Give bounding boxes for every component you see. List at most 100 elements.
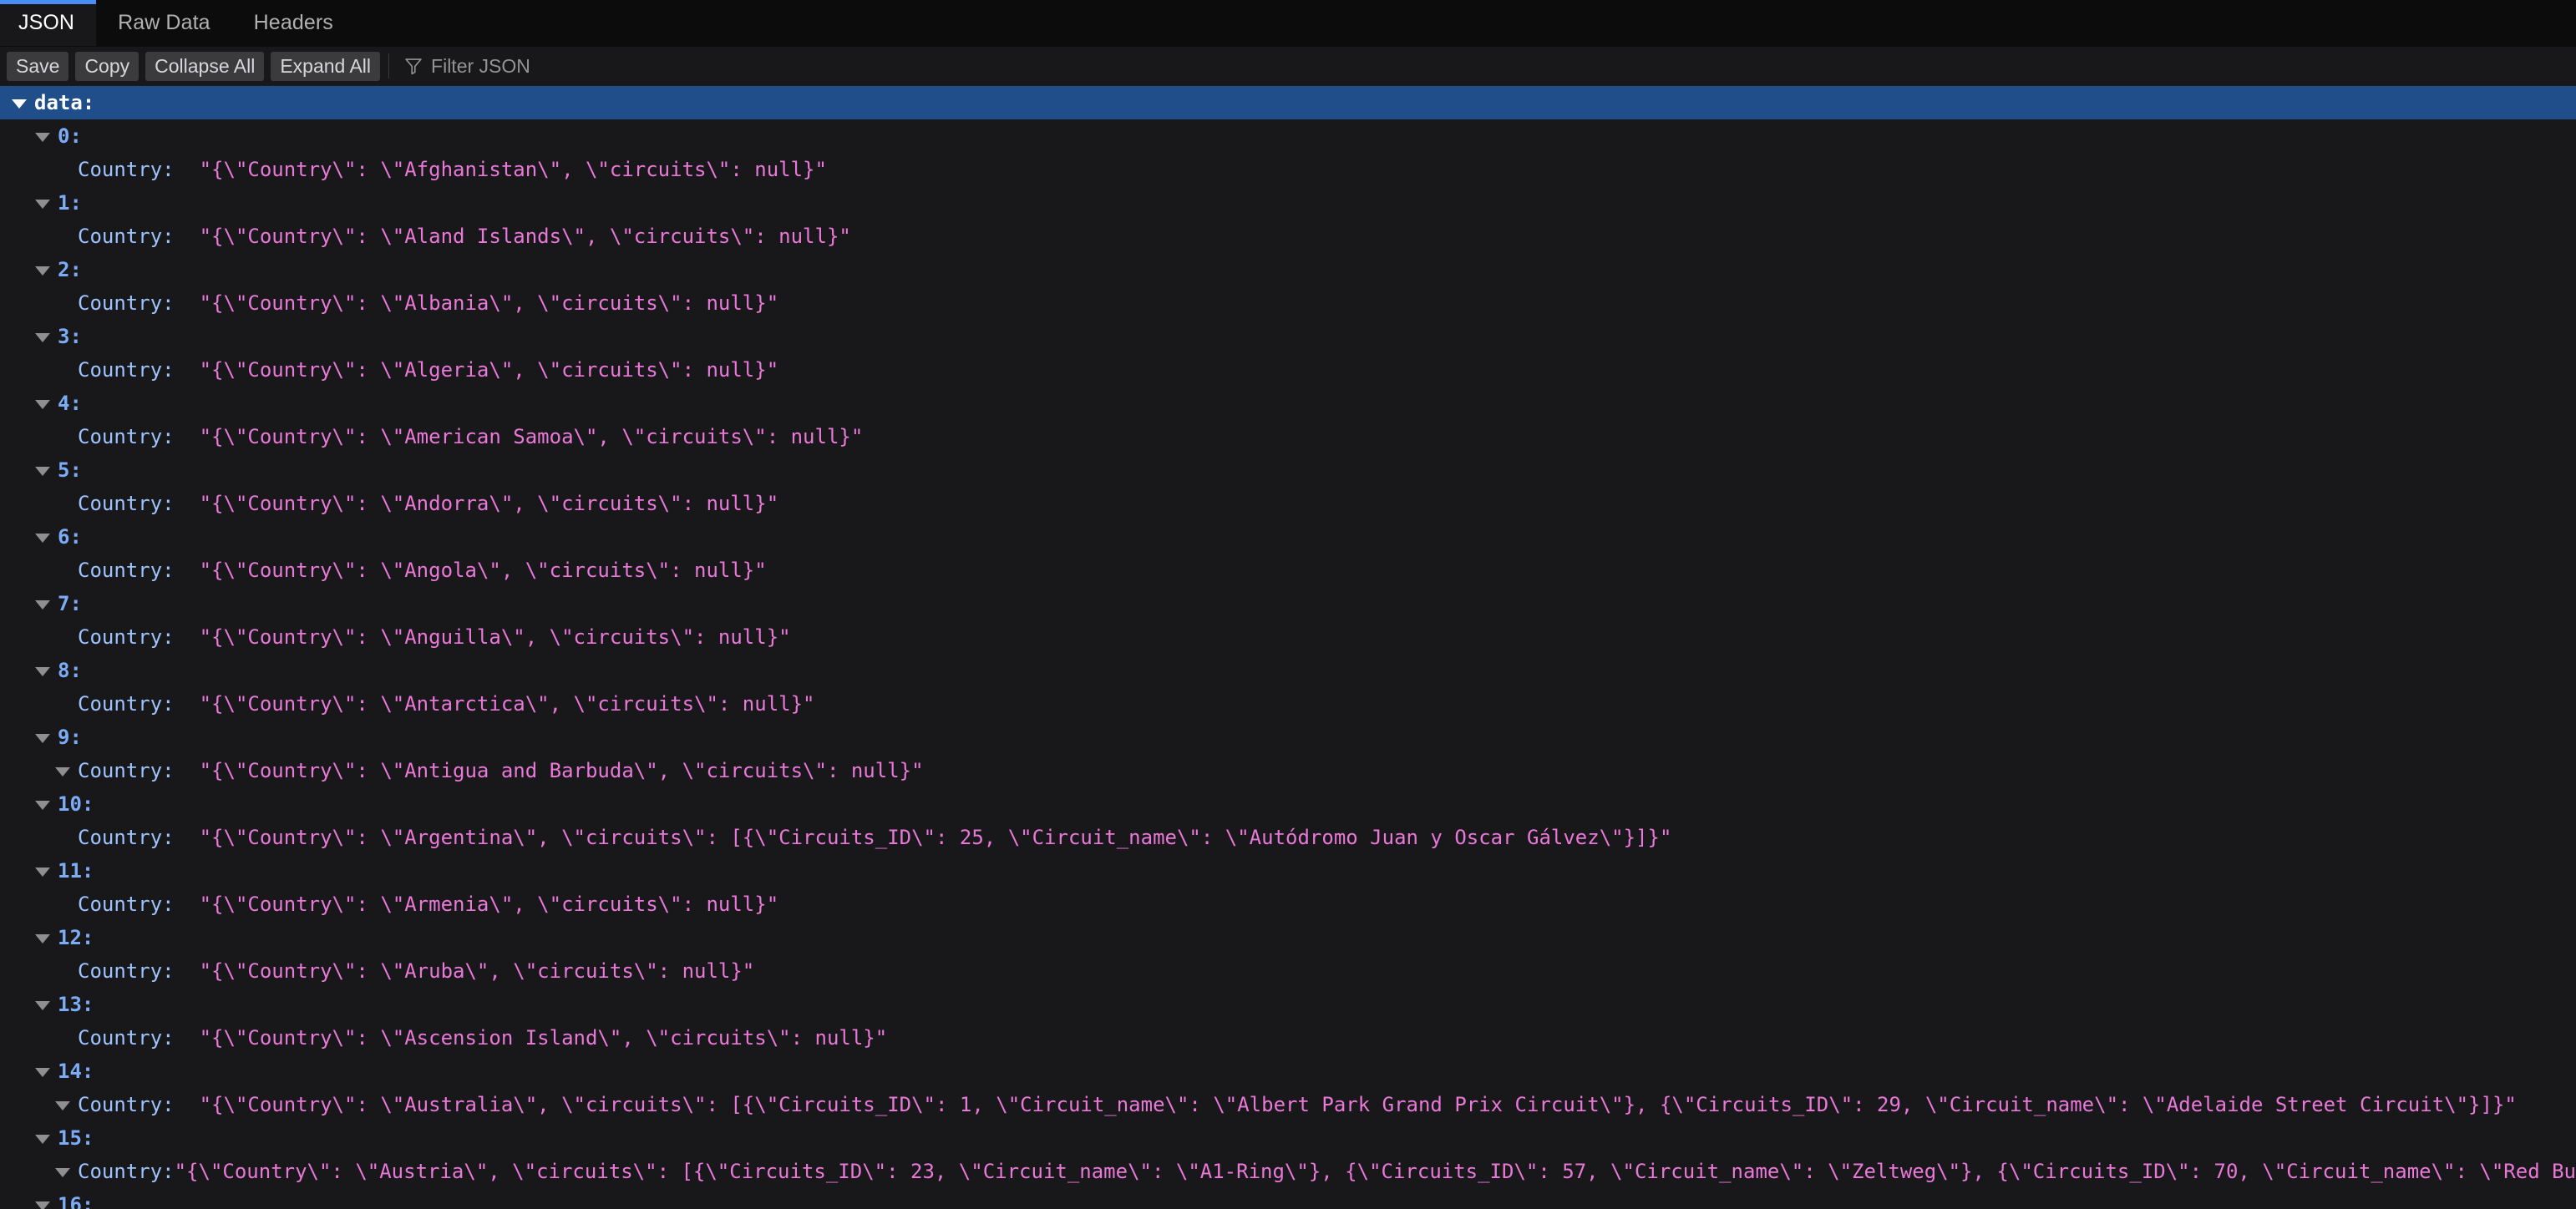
json-row-property[interactable]: Country: "{\"Country\": \"Austria\", \"ci… xyxy=(0,1155,2576,1188)
json-row-index[interactable]: 5: xyxy=(0,453,2576,487)
json-string-value: "{\"Country\": \"Australia\", \"circuits… xyxy=(199,1093,2517,1116)
chevron-down-icon[interactable] xyxy=(35,1000,50,1010)
chevron-down-icon[interactable] xyxy=(35,599,50,610)
json-string-value: "{\"Country\": \"Ascension Island\", \"c… xyxy=(199,1026,888,1050)
chevron-down-icon[interactable] xyxy=(35,733,50,743)
chevron-down-icon[interactable] xyxy=(35,466,50,476)
chevron-down-icon[interactable] xyxy=(35,533,50,543)
json-string-value: "{\"Country\": \"Algeria\", \"circuits\"… xyxy=(199,358,779,382)
tab-raw-data[interactable]: Raw Data xyxy=(96,0,232,46)
json-row-index[interactable]: 1: xyxy=(0,186,2576,220)
json-row-property[interactable]: Country: "{\"Country\": \"Antigua and Bar… xyxy=(0,754,2576,787)
json-row-index[interactable]: 11: xyxy=(0,854,2576,888)
json-row-property[interactable]: Country: "{\"Country\": \"Andorra\", \"ci… xyxy=(0,487,2576,520)
chevron-down-icon[interactable] xyxy=(35,933,50,943)
json-row-property[interactable]: Country: "{\"Country\": \"Afghanistan\", … xyxy=(0,153,2576,186)
json-string-value: "{\"Country\": \"Austria\", \"circuits\"… xyxy=(174,1160,2576,1183)
json-index-key: 9: xyxy=(58,726,82,749)
json-row-property[interactable]: Country: "{\"Country\": \"Australia\", \"… xyxy=(0,1088,2576,1121)
json-row-property[interactable]: Country: "{\"Country\": \"Ascension Islan… xyxy=(0,1021,2576,1055)
chevron-down-icon[interactable] xyxy=(35,132,50,142)
toolbar-separator xyxy=(388,53,390,78)
json-string-value: "{\"Country\": \"Anguilla\", \"circuits\… xyxy=(199,625,791,649)
tab-headers-label: Headers xyxy=(253,11,333,34)
chevron-down-icon[interactable] xyxy=(12,99,27,109)
json-index-key: 12: xyxy=(58,926,94,949)
json-property-key: Country: xyxy=(78,291,175,315)
json-row-root[interactable]: data: xyxy=(0,86,2576,119)
json-row-index[interactable]: 9: xyxy=(0,721,2576,754)
json-index-key: 10: xyxy=(58,792,94,816)
chevron-down-icon[interactable] xyxy=(35,800,50,810)
json-string-value: "{\"Country\": \"Armenia\", \"circuits\"… xyxy=(199,893,779,916)
chevron-down-icon[interactable] xyxy=(35,1067,50,1077)
json-row-index[interactable]: 8: xyxy=(0,654,2576,687)
json-row-index[interactable]: 4: xyxy=(0,387,2576,420)
json-string-value: "{\"Country\": \"Afghanistan\", \"circui… xyxy=(199,158,827,181)
json-row-property[interactable]: Country: "{\"Country\": \"American Samoa\… xyxy=(0,420,2576,453)
copy-button[interactable]: Copy xyxy=(75,51,139,81)
json-row-property[interactable]: Country: "{\"Country\": \"Anguilla\", \"c… xyxy=(0,620,2576,654)
chevron-down-icon[interactable] xyxy=(35,266,50,276)
json-row-index[interactable]: 10: xyxy=(0,787,2576,821)
save-button[interactable]: Save xyxy=(7,51,69,81)
expand-all-button[interactable]: Expand All xyxy=(271,51,381,81)
json-property-key: Country: xyxy=(78,759,175,782)
json-property-key: Country: xyxy=(78,158,175,181)
chevron-down-icon[interactable] xyxy=(35,399,50,409)
json-property-key: Country: xyxy=(78,893,175,916)
funnel-icon xyxy=(405,58,422,75)
json-property-key: Country: xyxy=(78,559,175,582)
json-row-index[interactable]: 7: xyxy=(0,587,2576,620)
chevron-down-icon[interactable] xyxy=(35,199,50,209)
json-row-index[interactable]: 16: xyxy=(0,1188,2576,1209)
json-index-key: 3: xyxy=(58,325,82,348)
json-index-key: 11: xyxy=(58,859,94,883)
tab-json-label: JSON xyxy=(18,11,75,34)
tab-json[interactable]: JSON xyxy=(0,0,97,46)
json-entry-list: 0: Country: "{\"Country\": \"Afghanistan\"… xyxy=(0,119,2576,1209)
json-row-property[interactable]: Country: "{\"Country\": \"Angola\", \"cir… xyxy=(0,554,2576,587)
json-index-key: 2: xyxy=(58,258,82,281)
json-property-key: Country: xyxy=(78,425,175,448)
chevron-down-icon[interactable] xyxy=(35,1201,50,1209)
json-row-property[interactable]: Country: "{\"Country\": \"Aland Islands\"… xyxy=(0,220,2576,253)
tab-headers[interactable]: Headers xyxy=(232,0,355,46)
chevron-down-icon[interactable] xyxy=(55,1100,70,1110)
json-row-property[interactable]: Country: "{\"Country\": \"Albania\", \"ci… xyxy=(0,286,2576,320)
json-row-index[interactable]: 2: xyxy=(0,253,2576,286)
json-row-property[interactable]: Country: "{\"Country\": \"Algeria\", \"ci… xyxy=(0,353,2576,387)
json-index-key: 6: xyxy=(58,525,82,549)
json-row-index[interactable]: 15: xyxy=(0,1121,2576,1155)
json-tree-panel[interactable]: data: 0: Country: "{\"Country\": \"Afghani… xyxy=(0,86,2576,1209)
json-row-index[interactable]: 13: xyxy=(0,988,2576,1021)
chevron-down-icon[interactable] xyxy=(35,666,50,676)
json-property-key: Country: xyxy=(78,1093,175,1116)
chevron-down-icon[interactable] xyxy=(35,867,50,877)
json-row-index[interactable]: 12: xyxy=(0,921,2576,954)
json-string-value: "{\"Country\": \"Aruba\", \"circuits\": … xyxy=(199,959,755,983)
json-row-property[interactable]: Country: "{\"Country\": \"Antarctica\", \… xyxy=(0,687,2576,721)
json-row-index[interactable]: 14: xyxy=(0,1055,2576,1088)
chevron-down-icon[interactable] xyxy=(55,1167,70,1177)
json-index-key: 8: xyxy=(58,659,82,682)
json-string-value: "{\"Country\": \"Antigua and Barbuda\", … xyxy=(199,759,924,782)
json-row-property[interactable]: Country: "{\"Country\": \"Aruba\", \"circ… xyxy=(0,954,2576,988)
json-row-index[interactable]: 6: xyxy=(0,520,2576,554)
tab-raw-data-label: Raw Data xyxy=(118,11,210,34)
json-index-key: 16: xyxy=(58,1193,94,1209)
json-row-index[interactable]: 3: xyxy=(0,320,2576,353)
chevron-down-icon[interactable] xyxy=(55,766,70,776)
chevron-down-icon[interactable] xyxy=(35,332,50,342)
json-row-property[interactable]: Country: "{\"Country\": \"Argentina\", \"… xyxy=(0,821,2576,854)
json-string-value: "{\"Country\": \"Aland Islands\", \"circ… xyxy=(199,225,851,248)
collapse-all-button[interactable]: Collapse All xyxy=(145,51,265,81)
json-viewer-toolbar: Save Copy Collapse All Expand All Filter… xyxy=(0,47,2576,86)
chevron-down-icon[interactable] xyxy=(35,1134,50,1144)
json-row-property[interactable]: Country: "{\"Country\": \"Armenia\", \"ci… xyxy=(0,888,2576,921)
json-index-key: 13: xyxy=(58,993,94,1016)
json-property-key: Country: xyxy=(78,358,175,382)
json-row-index[interactable]: 0: xyxy=(0,119,2576,153)
json-property-key: Country: xyxy=(78,1160,175,1183)
filter-json-input[interactable]: Filter JSON xyxy=(401,50,2576,82)
